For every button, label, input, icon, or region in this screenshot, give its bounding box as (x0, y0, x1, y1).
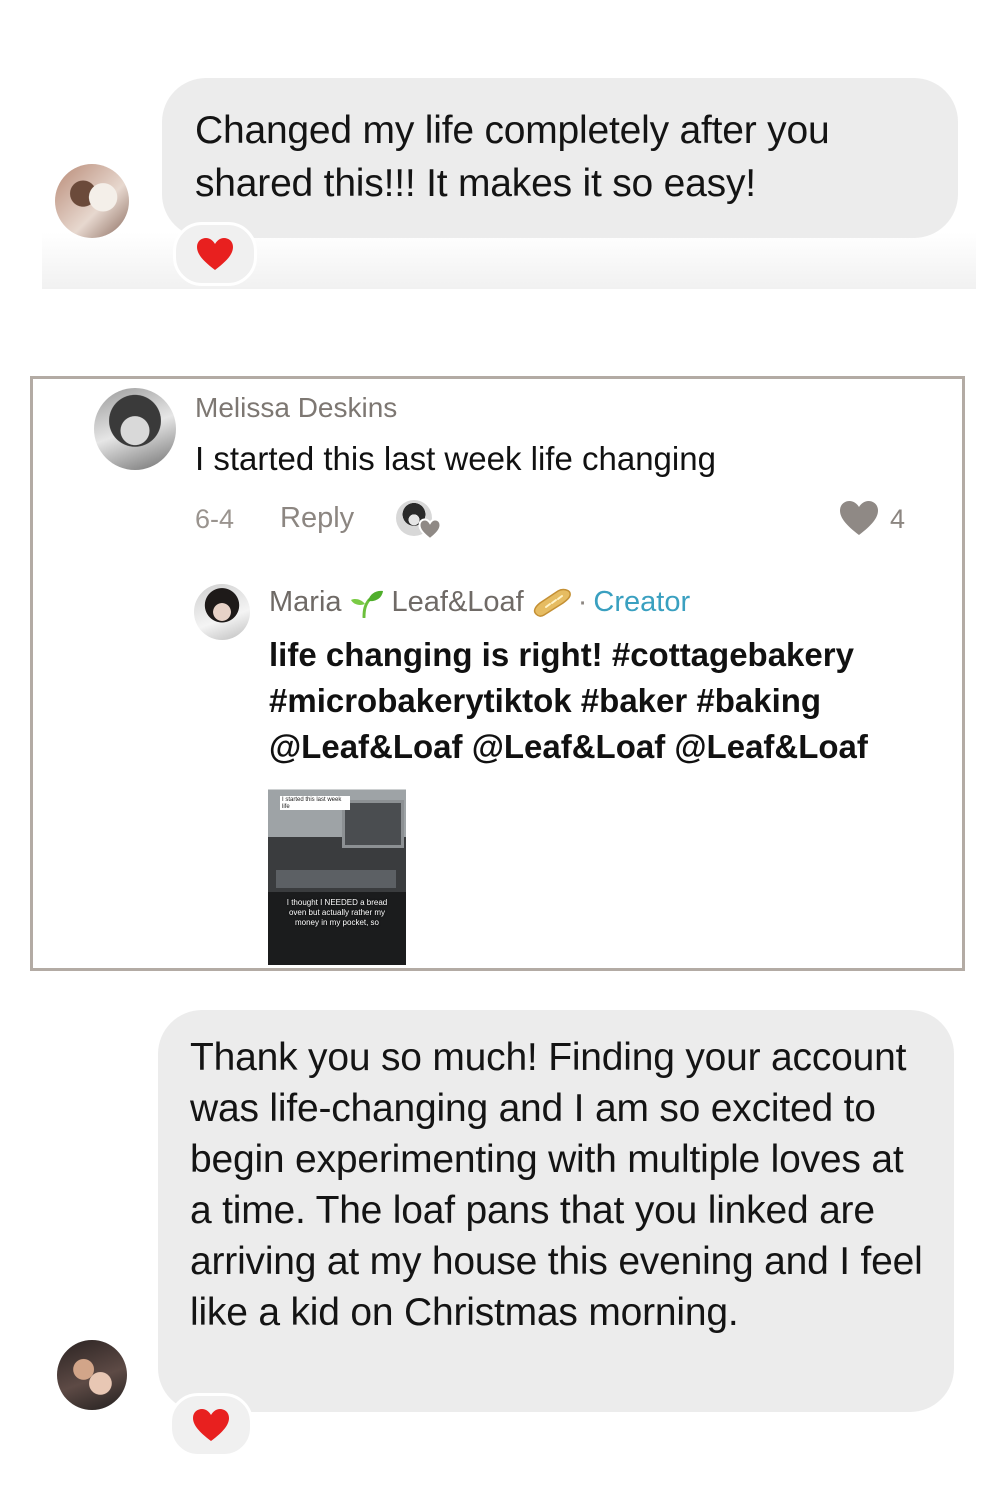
thumbnail-caption: I thought I NEEDED a bread oven but actu… (286, 898, 388, 927)
reply-text-line: @Leaf&Loaf @Leaf&Loaf @Leaf&Loaf (269, 728, 868, 765)
reply-author-brand[interactable]: Leaf&Loaf (392, 586, 524, 619)
avatar[interactable] (94, 388, 176, 470)
reply-text: life changing is right! #cottagebakery #… (269, 632, 929, 770)
message-text: Changed my life completely after you sha… (195, 109, 830, 205)
message-bubble[interactable]: Changed my life completely after you sha… (162, 78, 958, 238)
avatar[interactable] (194, 584, 250, 640)
reply-button[interactable]: Reply (280, 502, 354, 535)
reply-author-name[interactable]: Maria (269, 586, 342, 619)
creator-liked-heart-icon (418, 518, 442, 540)
message-text: Thank you so much! Finding your account … (190, 1036, 923, 1334)
like-count: 4 (890, 504, 906, 534)
separator-dot: · (577, 586, 588, 618)
avatar[interactable] (57, 1340, 127, 1410)
heart-icon (197, 238, 233, 270)
baguette-icon (533, 588, 571, 617)
avatar[interactable] (55, 164, 129, 238)
reply-header: Maria Leaf&Loaf · Creator (269, 586, 690, 619)
sprout-icon (350, 590, 383, 618)
stove-image (276, 870, 396, 888)
oven-image (342, 800, 404, 848)
comment-text: I started this last week life changing (195, 440, 716, 477)
heart-reaction[interactable] (169, 1393, 253, 1457)
video-thumbnail[interactable]: I started this last week life I thought … (268, 782, 406, 965)
reply-text-line: #microbakerytiktok #baker #baking (269, 682, 822, 719)
like-heart-icon[interactable] (838, 499, 880, 537)
thumbnail-label: I started this last week life (280, 796, 350, 810)
reply-text-line: life changing is right! #cottagebakery (269, 636, 854, 673)
comment-date: 6-4 (195, 504, 235, 534)
comment-author[interactable]: Melissa Deskins (195, 392, 397, 424)
creator-badge: Creator (593, 586, 691, 618)
heart-reaction[interactable] (173, 222, 257, 286)
heart-icon (193, 1409, 229, 1441)
message-bubble[interactable]: Thank you so much! Finding your account … (158, 1010, 954, 1412)
